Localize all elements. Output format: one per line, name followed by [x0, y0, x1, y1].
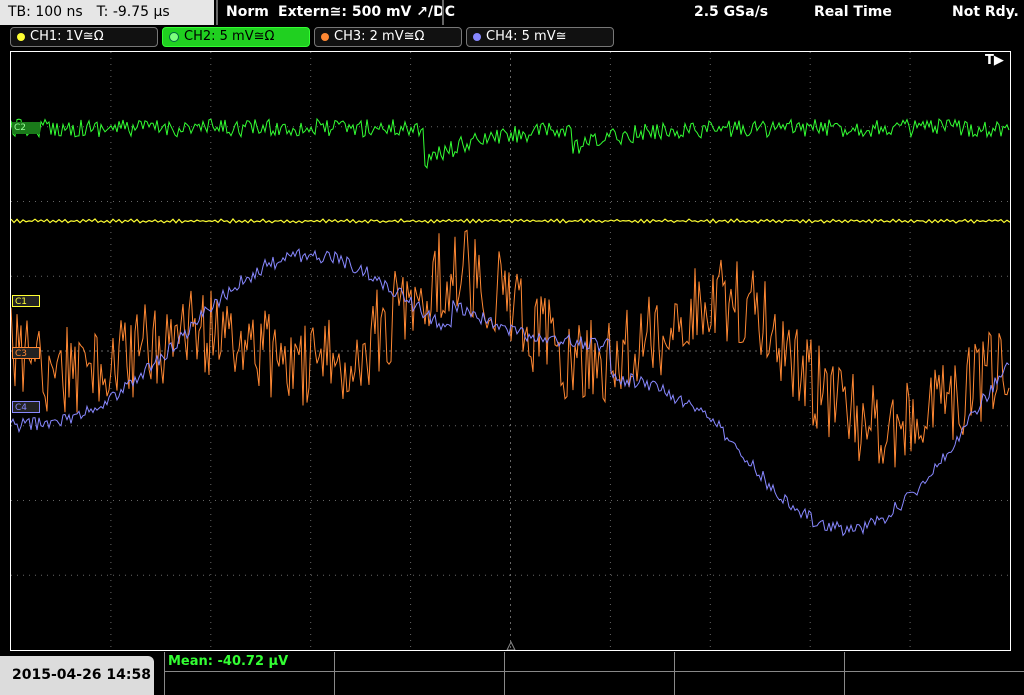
waveform-display[interactable] — [10, 51, 1011, 651]
measurement-cell[interactable] — [334, 652, 335, 695]
sample-rate-label: 2.5 GSa/s — [694, 4, 769, 20]
channel-1-marker[interactable]: C1 — [12, 295, 40, 307]
channel-2-button[interactable]: CH2: 5 mV≅Ω — [162, 27, 310, 47]
trigger-time-label: T: -9.75 µs — [96, 4, 170, 20]
measurement-cell[interactable] — [674, 652, 675, 695]
channel-1-color-icon — [17, 32, 25, 41]
timebase-box[interactable]: TB: 100 ns T: -9.75 µs — [0, 0, 214, 25]
date-time-box: 2015-04-26 14:58 — [0, 656, 154, 695]
acquisition-mode-label[interactable]: Norm — [226, 0, 269, 25]
measurement-cell[interactable] — [164, 652, 165, 695]
channel-4-marker[interactable]: C4 — [12, 401, 40, 413]
channel-3-marker[interactable]: C3 — [12, 347, 40, 359]
run-status-label: Not Rdy. — [952, 4, 1019, 20]
channel-2-color-icon — [169, 31, 179, 42]
trigger-source-label[interactable]: Extern≅: 500 mV ↗/DC — [278, 0, 455, 25]
channel-3-color-icon — [321, 32, 329, 41]
channel-1-button[interactable]: CH1: 1V≅Ω — [10, 27, 158, 47]
channel-2-marker[interactable]: C2 — [12, 122, 40, 134]
separator — [442, 0, 444, 25]
channel-2-label: CH2: 5 mV≅Ω — [184, 29, 275, 44]
separator — [216, 0, 218, 25]
waveform-canvas — [11, 52, 1010, 650]
channel-4-color-icon — [473, 32, 481, 41]
timebase-label: TB: 100 ns — [8, 4, 83, 20]
channel-4-label: CH4: 5 mV≅ — [486, 29, 567, 44]
trigger-arrow-icon: T▶ — [985, 53, 1004, 68]
measurement-cell[interactable] — [504, 652, 505, 695]
grid-lines — [11, 52, 1010, 650]
measurement-divider — [164, 671, 1024, 672]
measurement-cell[interactable] — [844, 652, 845, 695]
channel-1-label: CH1: 1V≅Ω — [30, 29, 104, 44]
channel-3-label: CH3: 2 mV≅Ω — [334, 29, 425, 44]
channel-3-button[interactable]: CH3: 2 mV≅Ω — [314, 27, 462, 47]
top-status-bar: TB: 100 ns T: -9.75 µs Norm Extern≅: 500 … — [0, 0, 1024, 26]
mean-measurement: Mean: -40.72 µV — [168, 654, 289, 669]
real-time-label: Real Time — [814, 4, 892, 20]
channel-4-button[interactable]: CH4: 5 mV≅ — [466, 27, 614, 47]
channel-1-trace — [11, 218, 1010, 224]
